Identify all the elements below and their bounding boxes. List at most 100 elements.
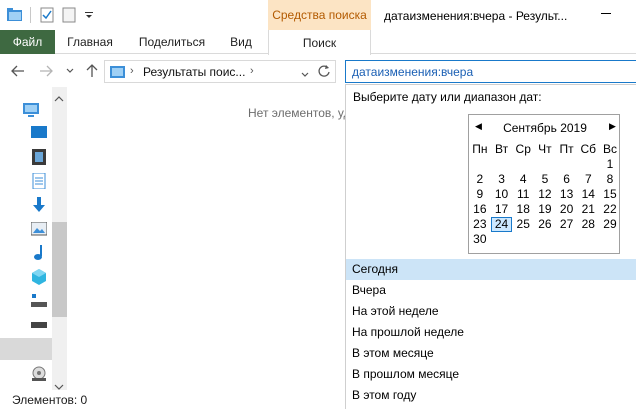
quick-date-options: Сегодня Вчера На этой неделе На прошлой нед… [346, 259, 636, 406]
calendar-day[interactable]: 12 [534, 187, 556, 202]
calendar-empty-cell [577, 232, 599, 247]
calendar-day[interactable]: 14 [577, 187, 599, 202]
next-month-icon[interactable]: ▶ [609, 121, 616, 132]
calendar-day[interactable]: 3 [491, 172, 513, 187]
quick-date-option[interactable]: Сегодня [346, 259, 636, 280]
calendar-empty-cell [534, 157, 556, 172]
3d-objects-icon[interactable] [30, 268, 48, 286]
address-dropdown-icon[interactable] [301, 67, 309, 81]
calendar-week: 23 24 25 26 27 28 29 [469, 217, 621, 232]
breadcrumb-chevron-icon[interactable]: › [130, 65, 134, 77]
folder-icon[interactable] [6, 6, 24, 24]
address-bar[interactable]: › Результаты поис... › [104, 60, 336, 83]
calendar-day[interactable]: 22 [599, 202, 621, 217]
calendar-day[interactable]: 5 [534, 172, 556, 187]
calendar-day[interactable]: 25 [512, 217, 534, 232]
scroll-down-icon[interactable] [54, 379, 64, 393]
calendar-week: 30 [469, 232, 621, 247]
calendar-day[interactable]: 17 [491, 202, 513, 217]
calendar-day[interactable]: 9 [469, 187, 491, 202]
this-pc-icon[interactable] [22, 101, 40, 119]
calendar-week: 9 10 11 12 13 14 15 [469, 187, 621, 202]
calendar-week: 16 17 18 19 20 21 22 [469, 202, 621, 217]
customize-qa-chevron-icon[interactable] [80, 6, 98, 24]
recent-chevron-icon[interactable] [62, 63, 78, 79]
minimize-icon[interactable] [596, 5, 616, 23]
network-drive-icon[interactable] [30, 292, 48, 310]
videos-icon[interactable] [30, 148, 48, 166]
weekday-label: Сб [580, 142, 597, 156]
nav-scrollbar-thumb[interactable] [52, 222, 67, 317]
calendar-day[interactable]: 7 [577, 172, 599, 187]
calendar-week: 2345678 [469, 172, 621, 187]
back-arrow-icon[interactable] [10, 63, 26, 79]
tab-file[interactable]: Файл [0, 30, 55, 54]
calendar-empty-cell [469, 157, 491, 172]
calendar-day[interactable]: 18 [512, 202, 534, 217]
up-arrow-icon[interactable] [84, 63, 100, 79]
tab-search[interactable]: Поиск [268, 30, 371, 55]
weekday-label: Пн [472, 142, 488, 156]
quick-date-option[interactable]: На прошлой неделе [346, 322, 636, 343]
dvd-drive-icon[interactable] [30, 365, 48, 383]
downloads-icon[interactable] [30, 196, 48, 214]
properties-icon[interactable] [38, 6, 56, 24]
calendar-day[interactable]: 11 [512, 187, 534, 202]
calendar-day[interactable]: 19 [534, 202, 556, 217]
calendar-day[interactable]: 10 [491, 187, 513, 202]
pictures-icon[interactable] [30, 220, 48, 238]
calendar-empty-cell [556, 157, 578, 172]
music-icon[interactable] [30, 244, 48, 262]
weekday-label: Пт [559, 142, 574, 156]
new-folder-icon[interactable] [60, 6, 78, 24]
window-title: датаизменения:вчера - Результ... [384, 9, 568, 23]
calendar-empty-cell [491, 157, 513, 172]
calendar-day[interactable]: 28 [577, 217, 599, 232]
selected-nav-item[interactable] [0, 338, 52, 360]
weekday-label: Чт [538, 142, 552, 156]
calendar-day[interactable]: 1 [599, 157, 621, 172]
documents-icon[interactable] [30, 172, 48, 190]
quick-date-option[interactable]: В этом месяце [346, 343, 636, 364]
calendar-day[interactable]: 26 [534, 217, 556, 232]
calendar-day[interactable]: 30 [469, 232, 491, 247]
calendar-day[interactable]: 24 [490, 217, 513, 232]
calendar-day[interactable]: 16 [469, 202, 491, 217]
tab-share[interactable]: Поделиться [132, 30, 212, 54]
calendar-day[interactable]: 2 [469, 172, 491, 187]
drive-icon[interactable] [30, 316, 48, 334]
weekday-label: Вт [494, 142, 509, 156]
calendar-empty-cell [599, 232, 621, 247]
quick-date-option[interactable]: В этом году [346, 385, 636, 406]
calendar-day[interactable]: 23 [469, 217, 491, 232]
breadcrumb-chevron-icon[interactable]: › [250, 65, 254, 77]
forward-arrow-icon[interactable] [38, 63, 54, 79]
calendar-month-title[interactable]: Сентябрь 2019 [469, 121, 621, 135]
weekday-label: Ср [515, 142, 531, 156]
refresh-icon[interactable] [317, 64, 331, 81]
scroll-up-icon[interactable] [54, 91, 64, 105]
desktop-icon[interactable] [30, 124, 48, 142]
tab-home[interactable]: Главная [62, 30, 118, 54]
calendar-day[interactable]: 20 [556, 202, 578, 217]
calendar-day[interactable]: 27 [556, 217, 578, 232]
quick-date-option[interactable]: На этой неделе [346, 301, 636, 322]
calendar-day[interactable]: 8 [599, 172, 621, 187]
search-input[interactable]: датаизменения:вчера [345, 60, 636, 83]
calendar-day[interactable]: 21 [577, 202, 599, 217]
calendar-day[interactable]: 13 [556, 187, 578, 202]
calendar-empty-cell [577, 157, 599, 172]
breadcrumb[interactable]: Результаты поис... [143, 65, 245, 79]
calendar-day[interactable]: 4 [512, 172, 534, 187]
weekday-header: Пн Вт Ср Чт Пт Сб Вс [469, 142, 621, 157]
quick-date-option[interactable]: Вчера [346, 280, 636, 301]
calendar-empty-cell [512, 232, 534, 247]
search-query[interactable]: датаизменения:вчера [352, 65, 473, 79]
calendar-day[interactable]: 29 [599, 217, 621, 232]
quick-date-option[interactable]: В прошлом месяце [346, 364, 636, 385]
calendar-day[interactable]: 6 [556, 172, 578, 187]
tab-view[interactable]: Вид [222, 30, 260, 54]
calendar-day[interactable]: 15 [599, 187, 621, 202]
title-bar: Средства поиска датаизменения:вчера - Ре… [0, 0, 636, 30]
empty-results-message: Нет элементов, уд [248, 106, 351, 120]
